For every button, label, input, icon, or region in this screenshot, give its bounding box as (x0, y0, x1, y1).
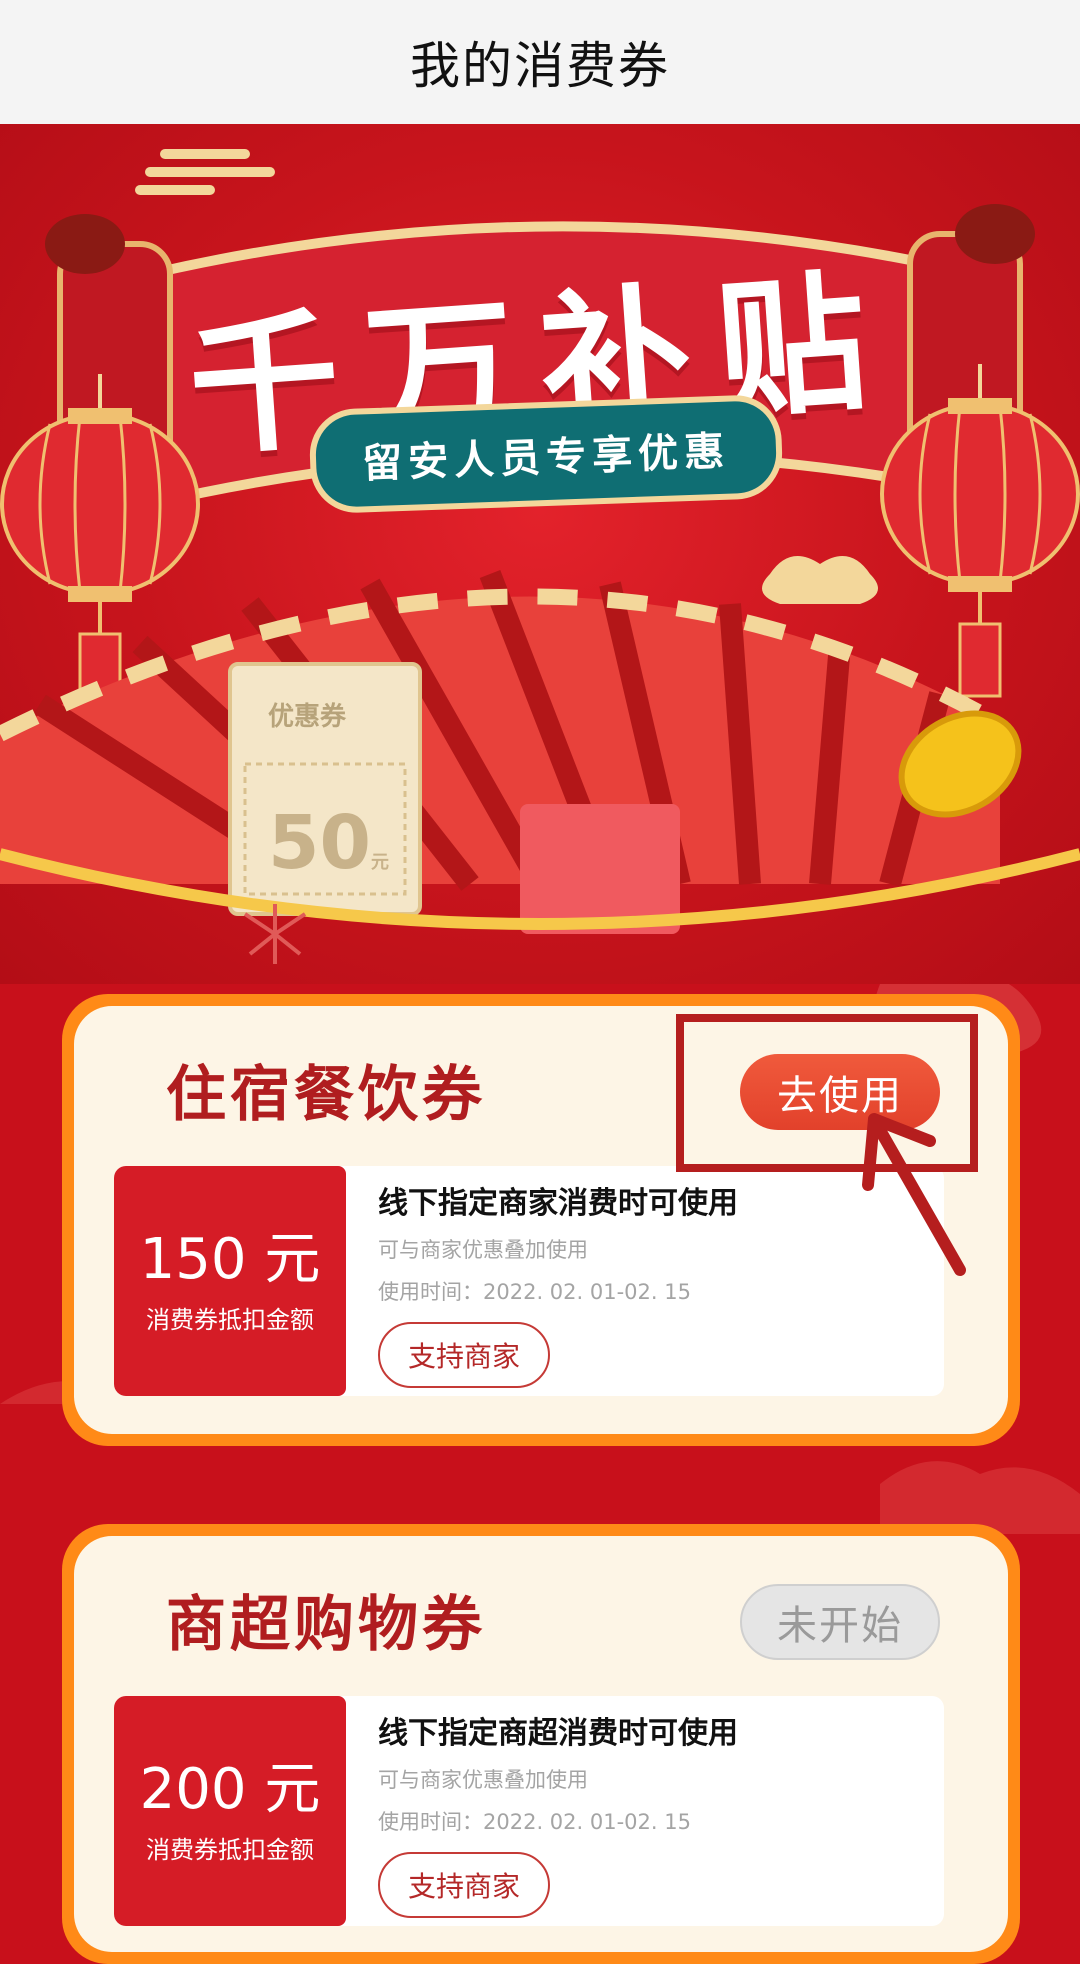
coupon-amount-box: 150 元 消费券抵扣金额 (114, 1166, 346, 1396)
supported-merchants-button[interactable]: 支持商家 (378, 1322, 550, 1388)
coupon-amount-label: 消费券抵扣金额 (146, 1835, 314, 1864)
coupon-valid-time: 使用时间：2022. 02. 01-02. 15 (378, 1810, 691, 1834)
coupon-card-inner: 商超购物券 未开始 200 元 消费券抵扣金额 线下指定商超消费时可使用 可与商… (74, 1536, 1008, 1952)
supported-merchants-button[interactable]: 支持商家 (378, 1852, 550, 1918)
coupon-card-shopping: 商超购物券 未开始 200 元 消费券抵扣金额 线下指定商超消费时可使用 可与商… (62, 1524, 1020, 1964)
page-title: 我的消费券 (410, 37, 670, 95)
coupon-card-title: 住宿餐饮券 (166, 1060, 486, 1130)
coupon-card-title: 商超购物券 (166, 1590, 486, 1660)
coupon-description: 线下指定商超消费时可使用 (378, 1716, 738, 1751)
ticket-value-unit: 元 (370, 852, 389, 873)
coupon-amount: 150 元 (139, 1226, 321, 1292)
coupon-amount-label: 消费券抵扣金额 (146, 1305, 314, 1334)
coupon-detail: 200 元 消费券抵扣金额 线下指定商超消费时可使用 可与商家优惠叠加使用 使用… (114, 1696, 944, 1926)
hero-banner: 千万补贴 留安人员专享优惠 优惠券 50元 (0, 124, 1080, 984)
not-started-button[interactable]: 未开始 (740, 1584, 940, 1660)
coupon-stack-note: 可与商家优惠叠加使用 (378, 1238, 588, 1262)
ticket-value: 50元 (268, 800, 389, 886)
top-bar: 我的消费券 (0, 0, 1080, 124)
ticket-label: 优惠券 (268, 702, 347, 732)
coupon-amount-box: 200 元 消费券抵扣金额 (114, 1696, 346, 1926)
coupon-detail: 150 元 消费券抵扣金额 线下指定商家消费时可使用 可与商家优惠叠加使用 使用… (114, 1166, 944, 1396)
coupon-valid-time: 使用时间：2022. 02. 01-02. 15 (378, 1280, 691, 1304)
coupon-amount: 200 元 (139, 1756, 321, 1822)
coupon-description: 线下指定商家消费时可使用 (378, 1186, 738, 1221)
pointer-arrow-icon (862, 1113, 966, 1276)
coupon-stack-note: 可与商家优惠叠加使用 (378, 1768, 588, 1792)
ticket-value-number: 50 (268, 800, 371, 886)
coupon-info: 线下指定商家消费时可使用 可与商家优惠叠加使用 使用时间：2022. 02. 0… (378, 1178, 934, 1388)
hero-subtitle: 留安人员专享优惠 (308, 393, 784, 515)
coupon-info: 线下指定商超消费时可使用 可与商家优惠叠加使用 使用时间：2022. 02. 0… (378, 1708, 934, 1918)
paper-fan (0, 570, 1004, 894)
